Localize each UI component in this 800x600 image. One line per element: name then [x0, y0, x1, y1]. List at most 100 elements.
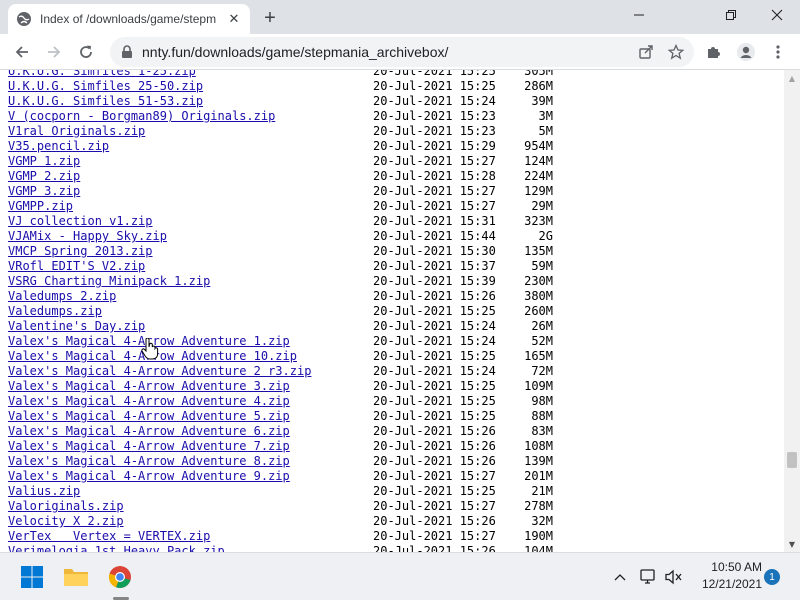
file-link[interactable]: VSRG Charting Minipack 1.zip — [8, 274, 373, 289]
network-icon[interactable] — [638, 567, 658, 587]
file-link[interactable]: Valex's Magical 4-Arrow Adventure 1.zip — [8, 334, 373, 349]
file-link[interactable]: Valex's Magical 4-Arrow Adventure 4.zip — [8, 394, 373, 409]
file-link[interactable]: U.K.U.G. Simfiles 25-50.zip — [8, 79, 373, 94]
close-tab-icon[interactable]: ✕ — [226, 11, 242, 27]
file-size: 286M — [524, 79, 553, 93]
file-link[interactable]: Valex's Magical 4-Arrow Adventure 9.zip — [8, 469, 373, 484]
share-icon[interactable] — [634, 40, 658, 64]
file-date: 20-Jul-2021 15:26 — [373, 454, 496, 468]
file-link[interactable]: Valex's Magical 4-Arrow Adventure 5.zip — [8, 409, 373, 424]
file-link[interactable]: Valex's Magical 4-Arrow Adventure 3.zip — [8, 379, 373, 394]
file-link[interactable]: U.K.U.G. Simfiles 1-25.zip — [8, 70, 373, 79]
listing-row: Valex's Magical 4-Arrow Adventure 6.zip 2… — [8, 424, 553, 439]
forward-arrow-icon[interactable] — [40, 38, 68, 66]
file-link[interactable]: VGMP 2.zip — [8, 169, 373, 184]
file-link[interactable]: VJAMix - Happy Sky.zip — [8, 229, 373, 244]
file-date: 20-Jul-2021 15:27 — [373, 529, 496, 543]
file-size: 380M — [524, 289, 553, 303]
listing-row: VJ collection v1.zip 20-Jul-2021 15:31 323… — [8, 214, 553, 229]
listing-row: Valius.zip 20-Jul-2021 15:25 21M — [8, 484, 553, 499]
system-clock[interactable]: 10:50 AM 12/21/2021 — [690, 559, 762, 593]
minimize-window-icon[interactable] — [616, 0, 662, 30]
vertical-scrollbar[interactable]: ▲ ▼ — [784, 70, 800, 552]
listing-row: Valex's Magical 4-Arrow Adventure 4.zip 2… — [8, 394, 553, 409]
file-link[interactable]: V1ral Originals.zip — [8, 124, 373, 139]
listing-row: Valedumps 2.zip 20-Jul-2021 15:26 380M — [8, 289, 553, 304]
file-link[interactable]: Valex's Magical 4-Arrow Adventure 8.zip — [8, 454, 373, 469]
file-size: 3M — [538, 109, 553, 123]
listing-row: U.K.U.G. Simfiles 1-25.zip 20-Jul-2021 15… — [8, 70, 553, 79]
reload-icon[interactable] — [72, 38, 100, 66]
file-link[interactable]: VerTex Vertex = VERTEX.zip — [8, 529, 373, 544]
file-size: 260M — [524, 304, 553, 318]
listing-row: VJAMix - Happy Sky.zip 20-Jul-2021 15:44 2… — [8, 229, 553, 244]
file-date: 20-Jul-2021 15:30 — [373, 244, 496, 258]
file-link[interactable]: Valex's Magical 4-Arrow Adventure 6.zip — [8, 424, 373, 439]
chevron-up-icon[interactable] — [610, 567, 630, 587]
listing-row: VRofl EDIT'S V2.zip 20-Jul-2021 15:37 59M — [8, 259, 553, 274]
file-link[interactable]: Valex's Magical 4-Arrow Adventure 7.zip — [8, 439, 373, 454]
bookmark-star-icon[interactable] — [664, 40, 688, 64]
file-size: 98M — [531, 394, 553, 408]
chrome-icon[interactable] — [104, 561, 136, 593]
url-text[interactable]: nnty.fun/downloads/game/stepmania_archiv… — [142, 44, 634, 60]
file-date: 20-Jul-2021 15:23 — [373, 109, 496, 123]
windows-start-icon[interactable] — [16, 561, 48, 593]
volume-muted-icon[interactable] — [664, 567, 684, 587]
clock-time: 10:50 AM — [711, 560, 762, 574]
scroll-down-arrow-icon[interactable]: ▼ — [784, 536, 800, 552]
file-link[interactable]: Valedumps.zip — [8, 304, 373, 319]
file-date: 20-Jul-2021 15:39 — [373, 274, 496, 288]
address-bar[interactable]: nnty.fun/downloads/game/stepmania_archiv… — [110, 37, 694, 67]
file-date: 20-Jul-2021 15:25 — [373, 484, 496, 498]
file-explorer-icon[interactable] — [60, 561, 92, 593]
file-link[interactable]: Valex's Magical 4-Arrow Adventure 2 r3.z… — [8, 364, 373, 379]
tab-strip: Index of /downloads/game/stepm ✕ + — [0, 0, 800, 34]
scroll-up-arrow-icon[interactable]: ▲ — [784, 70, 800, 86]
listing-row: VGMP 3.zip 20-Jul-2021 15:27 129M — [8, 184, 553, 199]
back-arrow-icon[interactable] — [8, 38, 36, 66]
listing-row: Valedumps.zip 20-Jul-2021 15:25 260M — [8, 304, 553, 319]
file-date: 20-Jul-2021 15:25 — [373, 409, 496, 423]
file-link[interactable]: U.K.U.G. Simfiles 51-53.zip — [8, 94, 373, 109]
file-size: 83M — [531, 424, 553, 438]
file-link[interactable]: Valius.zip — [8, 484, 373, 499]
listing-row: VGMP 2.zip 20-Jul-2021 15:28 224M — [8, 169, 553, 184]
file-date: 20-Jul-2021 15:44 — [373, 229, 496, 243]
notification-badge[interactable]: 1 — [764, 569, 780, 585]
file-link[interactable]: Verimelogia 1st Heavy Pack.zip — [8, 544, 373, 552]
file-link[interactable]: Valedumps 2.zip — [8, 289, 373, 304]
profile-avatar-icon[interactable] — [732, 38, 760, 66]
file-size: 305M — [524, 70, 553, 78]
file-date: 20-Jul-2021 15:25 — [373, 70, 496, 78]
listing-row: Verimelogia 1st Heavy Pack.zip 20-Jul-202… — [8, 544, 553, 552]
file-link[interactable]: VMCP Spring 2013.zip — [8, 244, 373, 259]
file-size: 59M — [531, 259, 553, 273]
file-date: 20-Jul-2021 15:25 — [373, 349, 496, 363]
more-menu-icon[interactable] — [764, 38, 792, 66]
file-link[interactable]: VGMP 1.zip — [8, 154, 373, 169]
file-link[interactable]: Valoriginals.zip — [8, 499, 373, 514]
file-size: 108M — [524, 439, 553, 453]
listing-row: Valex's Magical 4-Arrow Adventure 10.zip… — [8, 349, 553, 364]
file-date: 20-Jul-2021 15:27 — [373, 469, 496, 483]
file-link[interactable]: VGMP 3.zip — [8, 184, 373, 199]
lock-icon[interactable] — [120, 45, 134, 59]
file-link[interactable]: VGMPP.zip — [8, 199, 373, 214]
file-link[interactable]: VRofl EDIT'S V2.zip — [8, 259, 373, 274]
file-link[interactable]: Valex's Magical 4-Arrow Adventure 10.zip — [8, 349, 373, 364]
close-window-icon[interactable] — [754, 0, 800, 30]
file-link[interactable]: V35.pencil.zip — [8, 139, 373, 154]
tab-active[interactable]: Index of /downloads/game/stepm ✕ — [8, 4, 250, 34]
new-tab-button[interactable]: + — [258, 6, 282, 30]
file-link[interactable]: Velocity X 2.zip — [8, 514, 373, 529]
file-link[interactable]: Valentine's Day.zip — [8, 319, 373, 334]
file-link[interactable]: V (cocporn - Borgman89) Originals.zip — [8, 109, 373, 124]
extensions-puzzle-icon[interactable] — [700, 38, 728, 66]
scrollbar-thumb[interactable] — [787, 452, 797, 468]
file-link[interactable]: VJ collection v1.zip — [8, 214, 373, 229]
listing-row: V (cocporn - Borgman89) Originals.zip 20-… — [8, 109, 553, 124]
listing-row: Velocity X 2.zip 20-Jul-2021 15:26 32M — [8, 514, 553, 529]
file-date: 20-Jul-2021 15:31 — [373, 214, 496, 228]
restore-window-icon[interactable] — [708, 0, 754, 30]
